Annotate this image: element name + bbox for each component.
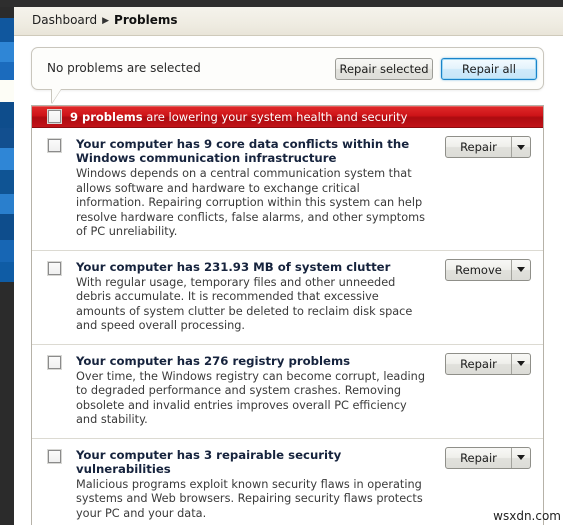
problem-action-split-button[interactable]: Remove — [445, 258, 531, 281]
breadcrumb: Dashboard ▶ Problems — [32, 13, 177, 27]
sidebar-segment-1 — [0, 42, 14, 62]
sidebar-segment-9 — [0, 214, 14, 240]
problem-checkbox[interactable] — [48, 261, 61, 275]
callout-tail — [52, 89, 70, 103]
problem-checkbox[interactable] — [48, 139, 61, 152]
sidebar-segment-4 — [0, 102, 14, 128]
problem-title: Your computer has 231.93 MB of system cl… — [76, 259, 391, 274]
problem-checkbox[interactable] — [48, 449, 61, 463]
sidebar-segment-0 — [0, 18, 14, 42]
problem-body: Your computer has 9 core data conflicts … — [76, 137, 431, 240]
problem-body: Your computer has 276 registry problems O… — [76, 354, 431, 428]
title-bar-strip — [0, 0, 563, 7]
problems-panel: 9 problems are lowering your system heal… — [31, 105, 544, 525]
problem-body: Your computer has 231.93 MB of system cl… — [76, 260, 431, 334]
sidebar-segment-7 — [0, 170, 14, 194]
problem-action-button[interactable]: Repair — [446, 448, 511, 468]
problem-checkbox[interactable] — [48, 355, 61, 369]
problem-description: Over time, the Windows registry can beco… — [76, 369, 425, 427]
problem-row: Your computer has 231.93 MB of system cl… — [32, 249, 543, 344]
selection-status-text: No problems are selected — [47, 61, 201, 75]
problems-list: Your computer has 9 core data conflicts … — [32, 128, 543, 525]
caret-glyph — [517, 267, 525, 272]
problems-banner: 9 problems are lowering your system heal… — [32, 106, 543, 128]
problem-action-split-button[interactable]: Repair — [445, 136, 531, 158]
left-chrome-strip — [0, 0, 14, 525]
sidebar-segment-11 — [0, 262, 14, 282]
chevron-down-icon[interactable] — [511, 137, 530, 157]
problem-action-split-button[interactable]: Repair — [445, 352, 531, 375]
problem-title: Your computer has 276 registry problems — [76, 353, 351, 368]
breadcrumb-problems: Problems — [114, 13, 178, 27]
breadcrumb-separator-icon: ▶ — [102, 16, 110, 26]
breadcrumb-dashboard[interactable]: Dashboard — [32, 13, 97, 27]
sidebar-segment-2 — [0, 62, 14, 80]
watermark: wsxdn.com — [493, 509, 561, 523]
sidebar-segment-3 — [0, 80, 14, 102]
chevron-down-icon[interactable] — [511, 447, 530, 468]
problems-count: 9 problems — [70, 110, 143, 124]
problem-row: Your computer has 9 core data conflicts … — [32, 128, 543, 250]
problem-title: Your computer has 3 repairable security … — [76, 447, 342, 476]
content-area: No problems are selected Repair selected… — [14, 36, 563, 525]
problem-row: Your computer has 3 repairable security … — [32, 437, 543, 525]
problem-body: Your computer has 3 repairable security … — [76, 448, 431, 522]
chevron-down-icon[interactable] — [511, 353, 530, 374]
problem-description: With regular usage, temporary files and … — [76, 275, 413, 333]
problems-banner-rest: are lowering your system health and secu… — [142, 110, 408, 124]
problem-title: Your computer has 9 core data conflicts … — [76, 137, 410, 165]
sidebar-segment-5 — [0, 128, 14, 148]
sidebar-segment-10 — [0, 240, 14, 262]
select-all-checkbox[interactable] — [48, 110, 61, 123]
breadcrumb-bar: Dashboard ▶ Problems — [14, 7, 563, 36]
action-bar: No problems are selected Repair selected… — [31, 47, 544, 90]
caret-glyph — [517, 455, 525, 460]
problems-banner-text: 9 problems are lowering your system heal… — [70, 110, 407, 124]
problem-action-button[interactable]: Repair — [446, 137, 511, 157]
problem-row: Your computer has 276 registry problems O… — [32, 343, 543, 438]
repair-all-button[interactable]: Repair all — [441, 58, 537, 80]
caret-glyph — [517, 144, 525, 150]
sidebar-segment-6 — [0, 148, 14, 170]
problem-action-button[interactable]: Remove — [446, 260, 511, 280]
repair-selected-button[interactable]: Repair selected — [335, 58, 433, 80]
sidebar-segment-8 — [0, 194, 14, 214]
chevron-down-icon[interactable] — [511, 259, 530, 280]
action-bar-callout: No problems are selected Repair selected… — [31, 47, 544, 103]
problem-description: Malicious programs exploit known securit… — [76, 477, 423, 520]
caret-glyph — [517, 361, 525, 366]
application-window: Dashboard ▶ Problems No problems are selec… — [0, 0, 563, 525]
problem-description: Windows depends on a central communicati… — [76, 167, 426, 238]
problem-action-split-button[interactable]: Repair — [445, 446, 531, 469]
problem-action-button[interactable]: Repair — [446, 354, 511, 374]
